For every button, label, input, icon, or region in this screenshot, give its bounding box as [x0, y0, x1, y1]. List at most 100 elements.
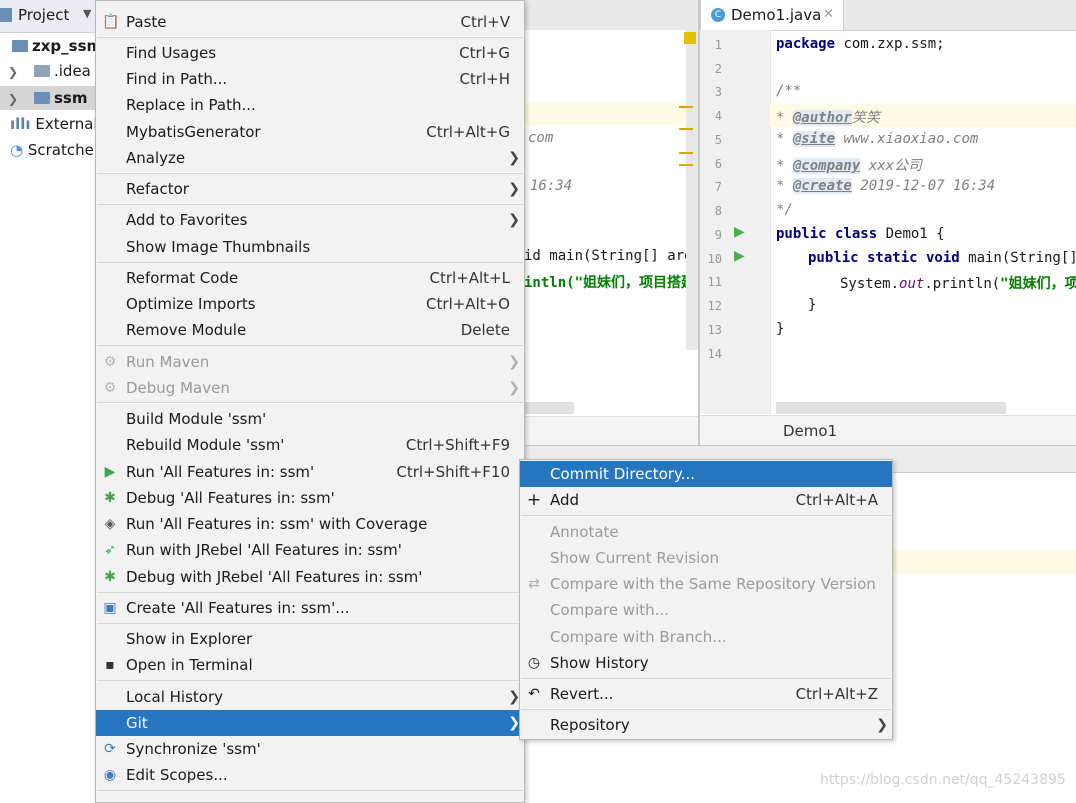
menu-item-edit-scopes[interactable]: ◉ Edit Scopes... — [96, 762, 524, 788]
menu-item-find-usages[interactable]: Find Usages Ctrl+G — [96, 40, 524, 66]
line-number: 5 — [714, 133, 722, 147]
chevron-down-icon[interactable]: ▼ — [83, 7, 91, 20]
menu-item-commit-directory[interactable]: Commit Directory... — [520, 461, 892, 487]
error-stripe[interactable] — [679, 164, 693, 166]
menu-item-show-image-thumbnails[interactable]: Show Image Thumbnails — [96, 234, 524, 260]
tree-item-scratches[interactable]: ◔ Scratche — [0, 138, 94, 162]
menu-item-run-all-features[interactable]: ▶ Run 'All Features in: ssm' Ctrl+Shift+F1… — [96, 459, 524, 485]
warning-marker-icon[interactable] — [684, 32, 696, 44]
menu-item-git[interactable]: Git ❯ — [96, 710, 524, 736]
tree-item-label: zxp_ssm — [32, 37, 103, 55]
menu-item-analyze[interactable]: Analyze ❯ — [96, 145, 524, 171]
close-icon[interactable]: ✕ — [823, 0, 834, 30]
tab-demo1-java[interactable]: C Demo1.java ✕ — [700, 0, 844, 30]
chevron-right-icon[interactable]: ❯ — [8, 60, 20, 84]
menu-separator — [97, 623, 523, 624]
menu-item-run-with-jrebel[interactable]: ➶ Run with JRebel 'All Features in: ssm' — [96, 537, 524, 563]
run-gutter-icon[interactable]: ▶ — [734, 248, 745, 264]
menu-item-revert[interactable]: ↶ Revert... Ctrl+Alt+Z — [520, 681, 892, 707]
menu-item-mybatis-generator[interactable]: MybatisGenerator Ctrl+Alt+G — [96, 119, 524, 145]
menu-separator — [97, 402, 523, 403]
tree-item-idea[interactable]: ❯ .idea — [0, 59, 91, 83]
menu-item-compare-with-branch[interactable]: Compare with Branch... — [520, 624, 892, 650]
menu-item-add-to-favorites[interactable]: Add to Favorites ❯ — [96, 207, 524, 233]
gear-icon: ⚙ — [103, 380, 117, 396]
chevron-right-icon[interactable]: ❯ — [8, 87, 20, 111]
line-number: 3 — [714, 85, 722, 99]
tree-item-label: External — [35, 115, 98, 133]
menu-item-replace-in-path[interactable]: Replace in Path... — [96, 92, 524, 118]
menu-item-annotate[interactable]: Annotate — [520, 519, 892, 545]
jrebel-rocket-icon: ➶ — [104, 542, 116, 558]
chevron-right-icon: ❯ — [508, 380, 520, 396]
bug-icon: ✱ — [104, 490, 116, 506]
menu-item-remove-module[interactable]: Remove Module Delete — [96, 317, 524, 343]
sync-icon: ⟳ — [104, 741, 116, 757]
chevron-right-icon: ❯ — [508, 181, 520, 197]
tree-item-ssm[interactable]: ❯ ssm — [0, 86, 96, 110]
run-gutter-icon[interactable]: ▶ — [734, 224, 745, 240]
code-line-9: public class Demo1 { — [776, 226, 945, 242]
menu-item-compare-with[interactable]: Compare with... — [520, 597, 892, 623]
menu-item-repository[interactable]: Repository ❯ — [520, 712, 892, 738]
create-config-icon: ▣ — [103, 600, 117, 616]
menu-item-local-history[interactable]: Local History ❯ — [96, 684, 524, 710]
tree-item-label: .idea — [54, 62, 91, 80]
menu-item-create-configuration[interactable]: ▣ Create 'All Features in: ssm'... — [96, 595, 524, 621]
project-header-label: Project — [18, 6, 70, 24]
menu-item-compare-same-repo-version[interactable]: ⇄ Compare with the Same Repository Versio… — [520, 571, 892, 597]
menu-item-debug-with-jrebel[interactable]: ✱ Debug with JRebel 'All Features in: ssm… — [96, 564, 524, 590]
menu-item-find-in-path[interactable]: Find in Path... Ctrl+H — [96, 66, 524, 92]
error-stripe[interactable] — [679, 152, 693, 154]
menu-separator — [97, 680, 523, 681]
horizontal-scrollbar[interactable] — [776, 402, 1006, 414]
code-fragment: com — [528, 130, 554, 146]
error-stripe[interactable] — [679, 128, 693, 130]
compare-arrows-icon: ⇄ — [528, 576, 540, 592]
project-panel-header[interactable]: Project ▼ — [0, 0, 96, 33]
menu-item-git-add[interactable]: + Add Ctrl+Alt+A — [520, 487, 892, 513]
code-fragment: id main(String[] args — [524, 248, 686, 264]
left-breadcrumb-bar — [524, 416, 698, 446]
line-number: 2 — [714, 62, 722, 76]
menu-item-optimize-imports[interactable]: Optimize Imports Ctrl+Alt+O — [96, 291, 524, 317]
menu-item-reformat-code[interactable]: Reformat Code Ctrl+Alt+L — [96, 265, 524, 291]
code-line-5: * @site www.xiaoxiao.com — [776, 131, 979, 147]
line-number: 4 — [714, 109, 722, 123]
code-line-3: /** — [776, 83, 802, 99]
menu-item-debug-all-features[interactable]: ✱ Debug 'All Features in: ssm' — [96, 485, 524, 511]
menu-item-show-in-explorer[interactable]: Show in Explorer — [96, 626, 524, 652]
tab-label: Demo1.java — [731, 6, 822, 24]
folder-icon — [34, 65, 50, 77]
menu-item-rebuild-module[interactable]: Rebuild Module 'ssm' Ctrl+Shift+F9 — [96, 432, 524, 458]
menu-item-synchronize[interactable]: ⟳ Synchronize 'ssm' — [96, 736, 524, 762]
menu-item-debug-maven[interactable]: ⚙ Debug Maven ❯ — [96, 375, 524, 401]
menu-item-build-module[interactable]: Build Module 'ssm' — [96, 406, 524, 432]
menu-item-run-maven[interactable]: ⚙ Run Maven ❯ — [96, 349, 524, 375]
split-editor-left: com 16:34 id main(String[] args intln("姐… — [524, 30, 698, 446]
line-number: 12 — [707, 299, 722, 313]
scratch-icon: ◔ — [10, 141, 24, 159]
line-number: 13 — [707, 323, 722, 337]
error-stripe[interactable] — [679, 106, 693, 108]
menu-separator — [97, 345, 523, 346]
menu-item-show-current-revision[interactable]: Show Current Revision — [520, 545, 892, 571]
menu-separator — [97, 262, 523, 263]
horizontal-scrollbar[interactable] — [524, 402, 574, 414]
tree-item-external-libraries[interactable]: ıllı External — [0, 112, 98, 136]
menu-item-show-history[interactable]: ◷ Show History — [520, 650, 892, 676]
menu-item-run-with-coverage[interactable]: ◈ Run 'All Features in: ssm' with Coverag… — [96, 511, 524, 537]
scrollbar-track[interactable] — [686, 30, 698, 350]
menu-item-refactor[interactable]: Refactor ❯ — [96, 176, 524, 202]
code-line-11: System.out.println("姐妹们，项 — [840, 276, 1076, 292]
menu-item-paste[interactable]: 📋 Paste Ctrl+V — [96, 9, 524, 35]
code-line-1: package com.zxp.ssm; — [776, 36, 945, 52]
code-fragment: 16:34 — [530, 178, 573, 194]
menu-separator — [97, 204, 523, 205]
code-line-6: * @company xxx公司 — [776, 158, 923, 174]
project-context-menu: 📋 Paste Ctrl+V Find Usages Ctrl+G Find in P… — [95, 0, 525, 803]
line-number: 10 — [707, 252, 722, 266]
breadcrumb[interactable]: Demo1 — [783, 422, 837, 440]
tree-item-zxp-ssm[interactable]: zxp_ssm — [0, 34, 102, 58]
menu-item-open-in-terminal[interactable]: ▪ Open in Terminal — [96, 652, 524, 678]
